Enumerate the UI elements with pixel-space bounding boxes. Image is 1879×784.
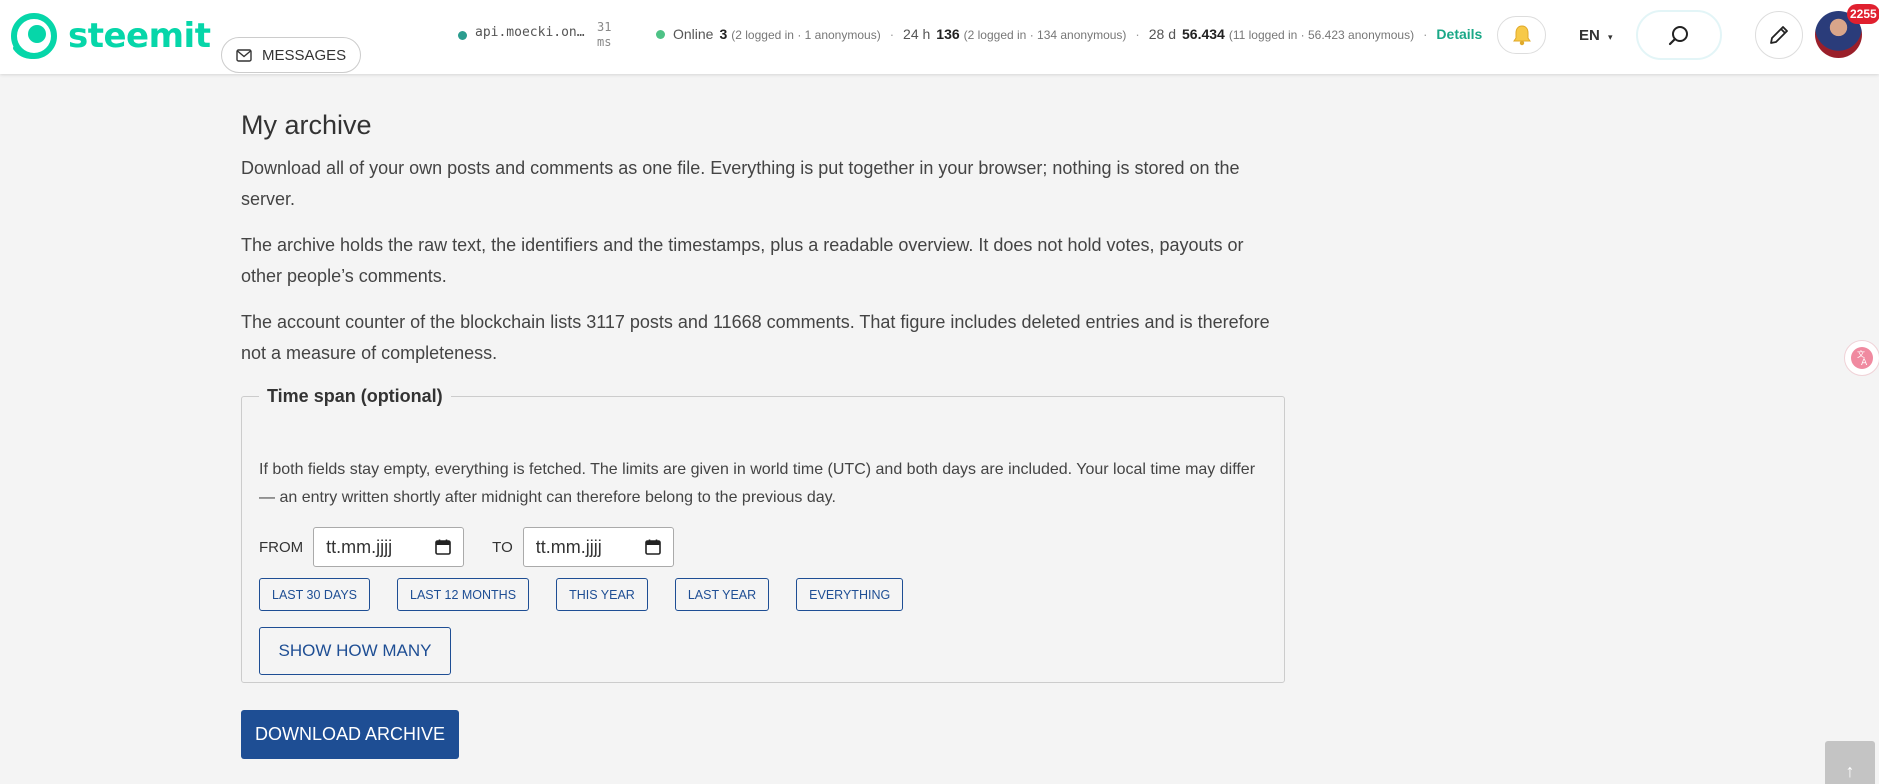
day-detail: (2 logged in · 134 anonymous): [963, 28, 1127, 42]
online-detail: (2 logged in · 1 anonymous): [731, 28, 881, 42]
notification-badge: 2255: [1847, 4, 1879, 24]
language-select[interactable]: EN ▾: [1579, 27, 1613, 44]
messages-button[interactable]: MESSAGES: [221, 37, 362, 73]
calendar-icon: [644, 539, 661, 555]
api-status-dot: [458, 31, 467, 40]
bell-icon: [1512, 25, 1531, 46]
preset-last-12-months-button[interactable]: LAST 12 MONTHS: [397, 578, 530, 611]
search-icon: [1668, 26, 1688, 46]
details-link[interactable]: Details: [1436, 26, 1482, 42]
month-label: 28 d: [1148, 26, 1177, 42]
to-date-value: tt.mm.jjjj: [535, 536, 602, 557]
time-span-fieldset: Time span (optional) If both fields stay…: [241, 386, 1285, 683]
api-latency: 31 ms: [597, 20, 611, 50]
online-count: 3: [719, 26, 728, 42]
preset-last-year-button[interactable]: LAST YEAR: [674, 578, 770, 611]
top-header: steemit MESSAGES api.moecki.on… 31 ms On…: [0, 0, 1879, 74]
scroll-to-top-button[interactable]: ↑: [1825, 741, 1875, 784]
notifications-button[interactable]: [1497, 16, 1546, 54]
write-post-button[interactable]: [1755, 11, 1803, 59]
stats-separator: ·: [889, 27, 895, 42]
page-title: My archive: [241, 110, 372, 140]
to-date-input[interactable]: tt.mm.jjjj: [522, 527, 674, 567]
language-value: EN: [1579, 27, 1600, 44]
date-range-row: FROM tt.mm.jjjj TO tt.mm.jjjj: [259, 527, 674, 567]
day-label: 24 h: [903, 26, 931, 42]
from-label: FROM: [259, 538, 304, 556]
download-archive-button[interactable]: DOWNLOAD ARCHIVE: [241, 710, 459, 759]
online-dot: [656, 30, 665, 39]
day-count: 136: [936, 26, 960, 42]
online-label: Online: [673, 26, 714, 42]
messages-label: MESSAGES: [262, 46, 347, 64]
month-count: 56.434: [1182, 26, 1225, 42]
visitor-stats: Online 3 (2 logged in · 1 anonymous) · 2…: [656, 26, 1482, 42]
month-detail: (11 logged in · 56.423 anonymous): [1228, 28, 1415, 42]
svg-text:A: A: [1861, 358, 1868, 368]
api-node-name[interactable]: api.moecki.on…: [475, 25, 585, 40]
steemit-logo-icon: [11, 13, 57, 59]
to-label: TO: [492, 538, 513, 556]
time-span-hint: If both fields stay empty, everything is…: [259, 461, 1256, 506]
show-how-many-button[interactable]: SHOW HOW MANY: [259, 627, 451, 675]
intro-paragraph: Download all of your own posts and comme…: [241, 158, 1240, 209]
archive-section: My archive Download all of your own post…: [241, 110, 1284, 384]
api-latency-value: 31: [597, 20, 612, 34]
pencil-icon: [1770, 26, 1788, 44]
stats-separator: ·: [1423, 27, 1428, 42]
counter-paragraph: The account counter of the blockchain li…: [241, 312, 1270, 363]
envelope-icon: [236, 48, 252, 62]
content-paragraph: The archive holds the raw text, the iden…: [241, 235, 1244, 286]
preset-last-30-days-button[interactable]: LAST 30 DAYS: [259, 578, 370, 611]
chevron-down-icon: ▾: [1608, 32, 1613, 42]
from-date-input[interactable]: tt.mm.jjjj: [313, 527, 465, 567]
time-span-legend: Time span (optional): [267, 386, 443, 406]
brand-name: steemit: [68, 16, 211, 56]
preset-this-year-button[interactable]: THIS YEAR: [556, 578, 648, 611]
preset-everything-button[interactable]: EVERYTHING: [796, 578, 904, 611]
translate-icon[interactable]: 文 A: [1844, 340, 1879, 376]
stats-separator: ·: [1135, 27, 1140, 42]
steemit-logo[interactable]: steemit: [10, 12, 211, 60]
from-date-value: tt.mm.jjjj: [326, 536, 393, 557]
arrow-up-icon: ↑: [1845, 761, 1855, 781]
calendar-icon: [435, 539, 451, 555]
preset-buttons: LAST 30 DAYS LAST 12 MONTHS THIS YEAR LA…: [259, 578, 930, 611]
api-latency-unit: ms: [597, 35, 612, 49]
translate-glyph-icon: 文 A: [1851, 347, 1873, 369]
search-button[interactable]: [1636, 10, 1722, 60]
